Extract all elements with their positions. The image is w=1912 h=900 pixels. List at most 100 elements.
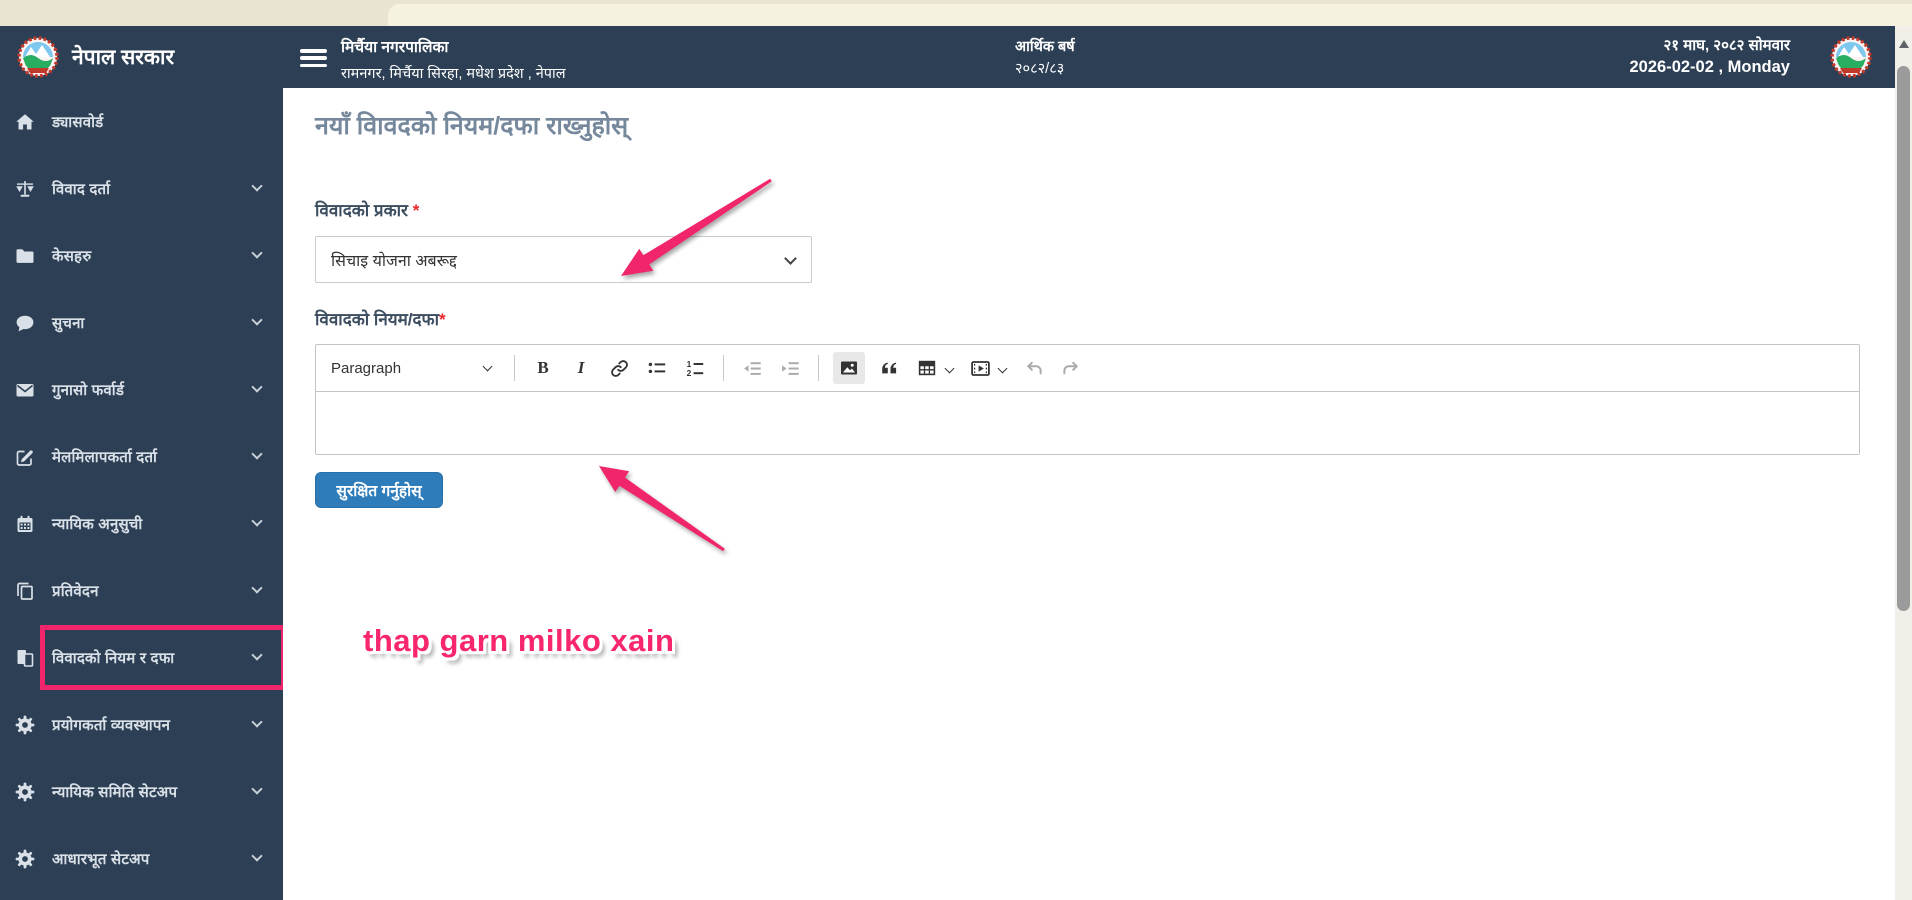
sidebar-item-label: प्रयोगकर्ता व्यवस्थापन (52, 716, 171, 734)
scale-icon (13, 179, 37, 199)
sidebar-item-label: गुनासो फर्वार्ड (52, 381, 125, 399)
undo-icon (1026, 361, 1042, 374)
sidebar-item-label: विवादको नियम र दफा (52, 649, 175, 667)
top-navbar: नेपाल सरकार मिर्चैया नगरपालिका रामनगर, म… (0, 26, 1895, 88)
scrollbar-thumb[interactable] (1897, 66, 1910, 611)
municipality-block: मिर्चैया नगरपालिका रामनगर, मिर्चैया सिरह… (341, 35, 566, 83)
sidebar-item-label: न्यायिक अनुसुची (52, 515, 143, 533)
main-content: नयाँ विावदको नियम/दफा राख्नुहोस् विवादको… (283, 88, 1895, 900)
window-top-strip-tab (388, 4, 1912, 26)
required-asterisk: * (412, 201, 420, 220)
italic-button[interactable]: I (567, 354, 595, 382)
file-icon (13, 648, 37, 668)
fiscal-year-value: २०८२/८३ (1015, 61, 1065, 78)
date-nepali: २१ माघ, २०८२ सोमवार (1663, 37, 1790, 54)
sidebar-item-grievance-forward[interactable]: गुनासो फर्वार्ड (0, 356, 283, 423)
editor-content-area[interactable] (316, 392, 1859, 454)
dispute-rule-label: विवादको नियम/दफा* (315, 310, 446, 329)
scrollbar-up-arrow-icon[interactable] (1898, 40, 1909, 48)
sidebar-item-label: केसहरु (52, 247, 92, 265)
sidebar-item-notice[interactable]: सुचना (0, 289, 283, 356)
bulleted-list-button[interactable] (643, 354, 671, 382)
block-quote-button[interactable] (875, 354, 903, 382)
media-icon (970, 360, 990, 376)
sidebar-item-label: सुचना (52, 314, 85, 332)
window-top-strip (0, 0, 1912, 26)
gear-icon (13, 782, 37, 802)
home-icon (13, 112, 37, 132)
sidebar-item-dispute-rules[interactable]: विवादको नियम र दफा (0, 624, 286, 691)
redo-icon (1062, 361, 1078, 374)
sidebar-item-label: विवाद दर्ता (52, 180, 111, 198)
dispute-type-selected-value: सिचाइ योजना अबरूद्द (331, 252, 457, 270)
chevron-down-icon (251, 716, 263, 728)
nepal-emblem-icon (17, 36, 59, 78)
fiscal-year-label: आर्थिक बर्ष (1015, 39, 1075, 55)
link-icon (610, 359, 628, 377)
chevron-down-icon (251, 649, 263, 661)
nepal-emblem-icon-right (1830, 36, 1872, 78)
folder-icon (13, 246, 37, 266)
sidebar-item-label: मेलमिलापकर्ता दर्ता (52, 448, 158, 466)
report-icon (13, 581, 37, 601)
annotation-text: thap garn milko xain (363, 623, 675, 658)
numbered-list-button[interactable]: 1 2 (681, 354, 709, 382)
sidebar-item-cases[interactable]: केसहरु (0, 222, 283, 289)
fiscal-year-block: आर्थिक बर्ष २०८२/८३ (1015, 36, 1075, 81)
sidebar-item-label: आधारभूत सेटअप (52, 850, 150, 868)
sidebar-item-reports[interactable]: प्रतिवेदन (0, 557, 283, 624)
sidebar-item-judicial-schedule[interactable]: न्यायिक अनुसुची (0, 490, 283, 557)
italic-icon: I (577, 358, 585, 377)
annotation-arrow-to-editor (599, 466, 725, 552)
sidebar-item-dispute-registration[interactable]: विवाद दर्ता (0, 155, 283, 222)
sidebar-item-user-management[interactable]: प्रयोगकर्ता व्यवस्थापन (0, 691, 283, 758)
insert-media-button[interactable] (966, 354, 994, 382)
toolbar-separator (818, 355, 819, 381)
sidebar-item-label: न्यायिक समिति सेटअप (52, 783, 178, 801)
table-chevron-down-icon[interactable] (944, 363, 955, 373)
sidebar-item-mediator-registration[interactable]: मेलमिलापकर्ता दर्ता (0, 423, 283, 490)
image-icon (841, 361, 857, 375)
bulleted-list-icon (648, 362, 666, 374)
brand-title: नेपाल सरकार (72, 46, 175, 69)
sidebar-item-basic-setup[interactable]: आधारभूत सेटअप (0, 825, 283, 892)
editor-toolbar: Paragraph B I 1 2 (316, 345, 1859, 392)
calendar-icon (13, 514, 37, 534)
link-button[interactable] (605, 354, 633, 382)
undo-button[interactable] (1019, 354, 1047, 382)
hamburger-menu-icon[interactable] (300, 49, 327, 71)
vertical-scrollbar[interactable] (1895, 26, 1912, 900)
chevron-down-icon (482, 361, 493, 372)
bold-button[interactable]: B (529, 354, 557, 382)
municipality-address: रामनगर, मिर्चैया सिरहा, मधेश प्रदेश , ने… (341, 66, 566, 82)
sidebar-item-dashboard[interactable]: ड्यासवोर्ड (0, 88, 283, 155)
chevron-down-icon (251, 180, 263, 192)
indent-button[interactable] (776, 354, 804, 382)
quote-icon (882, 362, 897, 374)
chevron-down-icon (251, 247, 263, 259)
outdent-button[interactable] (738, 354, 766, 382)
numbered-list-icon: 1 2 (687, 359, 704, 378)
toolbar-separator (723, 355, 724, 381)
dispute-type-label: विवादको प्रकार * (315, 201, 420, 220)
gear-icon (13, 715, 37, 735)
sidebar-item-judicial-committee-setup[interactable]: न्यायिक समिति सेटअप (0, 758, 283, 825)
save-button[interactable]: सुरक्षित गर्नुहोस् (315, 472, 443, 508)
svg-text:2: 2 (687, 368, 692, 378)
date-english: 2026-02-02 , Monday (1629, 58, 1791, 76)
chevron-down-icon (251, 582, 263, 594)
chevron-down-icon (251, 783, 263, 795)
media-chevron-down-icon[interactable] (997, 363, 1008, 373)
brand-home-link[interactable]: नेपाल सरकार (16, 26, 174, 88)
date-block: २१ माघ, २०८२ सोमवार 2026-02-02 , Monday (1630, 35, 1791, 77)
paragraph-style-dropdown[interactable]: Paragraph (331, 359, 493, 377)
redo-button[interactable] (1057, 354, 1085, 382)
paragraph-style-label: Paragraph (331, 359, 402, 377)
insert-image-button[interactable] (833, 352, 865, 384)
rich-text-editor: Paragraph B I 1 2 (315, 344, 1860, 455)
select-chevron-down-icon (784, 252, 797, 265)
required-asterisk: * (439, 310, 446, 329)
edit-icon (13, 447, 37, 467)
municipality-name: मिर्चैया नगरपालिका (341, 39, 449, 56)
insert-table-button[interactable] (913, 354, 941, 382)
